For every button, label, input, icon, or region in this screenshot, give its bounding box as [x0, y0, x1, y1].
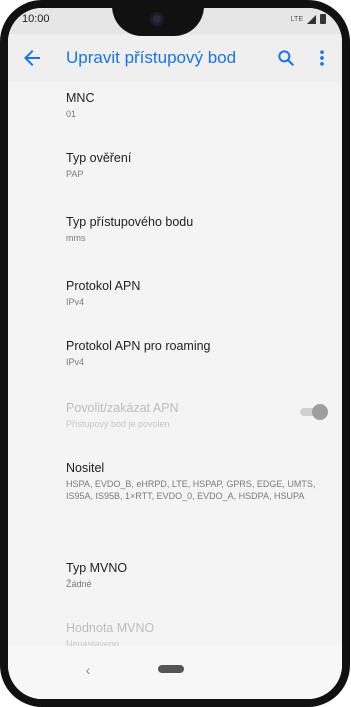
page-title: Upravit přístupový bod — [66, 48, 237, 67]
search-icon[interactable] — [276, 48, 296, 68]
setting-value: 01 — [66, 109, 77, 119]
setting-value: IPv4 — [66, 357, 85, 367]
network-type: LTE — [290, 15, 303, 23]
setting-mvno-value: Hodnota MVNO Nenastaveno — [66, 620, 326, 646]
setting-apn-protocol[interactable]: Protokol APN IPv4 — [66, 278, 326, 308]
toggle-thumb — [312, 404, 328, 420]
setting-value: Přístupový bod je povolen — [66, 419, 170, 429]
setting-mvno-type[interactable]: Typ MVNO Žádné — [66, 560, 326, 590]
setting-apn-type[interactable]: Typ přístupového bodu mms — [66, 214, 326, 244]
setting-value: mms — [66, 233, 86, 243]
setting-value: Nenastaveno — [66, 639, 120, 646]
setting-label: Protokol APN — [66, 279, 141, 293]
setting-bearer[interactable]: Nositel HSPA, EVDO_B, eHRPD, LTE, HSPAP,… — [66, 460, 326, 502]
setting-label: Protokol APN pro roaming — [66, 339, 211, 353]
home-pill-icon[interactable] — [158, 665, 184, 673]
setting-label: Hodnota MVNO — [66, 621, 155, 635]
setting-label: Nositel — [66, 461, 105, 475]
setting-value: IPv4 — [66, 297, 85, 307]
setting-value: PAP — [66, 169, 84, 179]
setting-label: Povolit/zakázat APN — [66, 401, 179, 415]
phone-frame: 10:00 LTE Upravit přístupový bod MNC 01 … — [8, 8, 342, 699]
setting-label: Typ MVNO — [66, 561, 128, 575]
signal-icon — [307, 14, 316, 24]
setting-auth-type[interactable]: Typ ověření PAP — [66, 150, 326, 180]
status-icons: LTE — [291, 14, 326, 24]
app-bar: Upravit přístupový bod — [8, 34, 342, 82]
setting-value: HSPA, EVDO_B, eHRPD, LTE, HSPAP, GPRS, E… — [66, 479, 316, 501]
setting-mnc[interactable]: MNC 01 — [66, 90, 326, 120]
setting-apn-roaming-protocol[interactable]: Protokol APN pro roaming IPv4 — [66, 338, 326, 368]
settings-list: MNC 01 Typ ověření PAP Typ přístupového … — [8, 82, 342, 646]
more-vert-icon[interactable] — [312, 48, 332, 68]
apn-enable-toggle[interactable] — [298, 404, 328, 420]
nav-back-icon[interactable]: ‹ — [80, 660, 96, 680]
battery-icon — [320, 14, 326, 24]
navigation-bar: ‹ — [8, 646, 342, 699]
setting-label: MNC — [66, 91, 95, 105]
status-time: 10:00 — [22, 13, 50, 25]
setting-value: Žádné — [66, 579, 92, 589]
setting-label: Typ přístupového bodu — [66, 215, 194, 229]
setting-apn-enable: Povolit/zakázat APN Přístupový bod je po… — [66, 400, 326, 430]
front-camera-icon — [150, 12, 164, 26]
arrow-left-icon[interactable] — [20, 46, 44, 70]
setting-label: Typ ověření — [66, 151, 132, 165]
